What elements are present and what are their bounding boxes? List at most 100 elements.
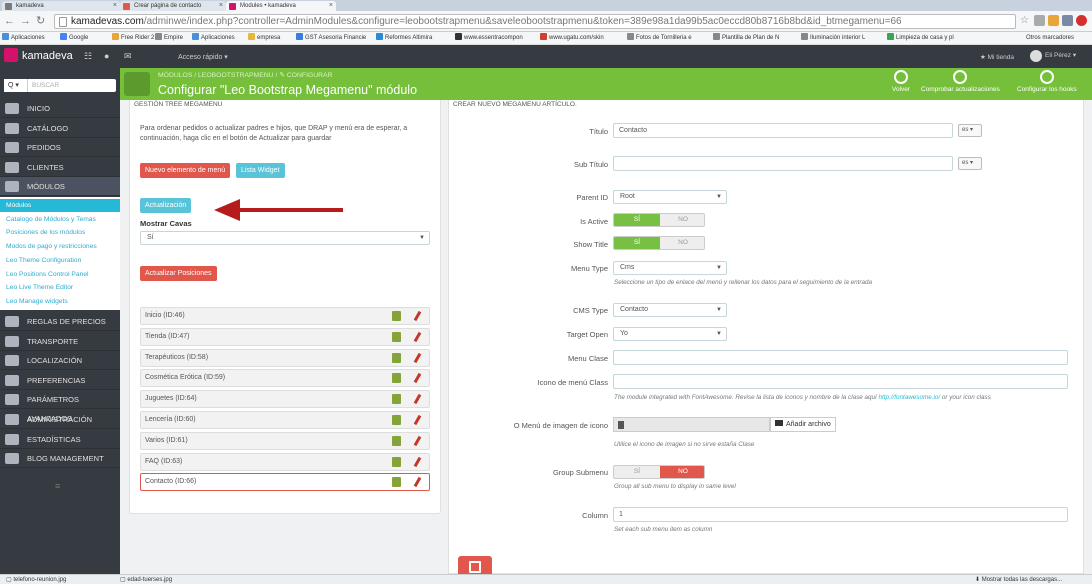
sidebar-item-home[interactable]: Inicio: [0, 99, 120, 118]
sidebar-item-catalog[interactable]: Catálogo: [0, 119, 120, 138]
edit-icon[interactable]: [413, 456, 422, 467]
cms-type-select[interactable]: Contacto ▼: [613, 303, 727, 317]
breadcrumb[interactable]: MÓDULOS / LEOBOOTSTRAPMENU / ✎ CONFIGURA…: [158, 71, 333, 79]
toggle-no[interactable]: NO: [660, 466, 704, 478]
submenu-item[interactable]: Modos de pago y restricciones: [6, 240, 97, 253]
close-icon[interactable]: ×: [219, 1, 223, 11]
sidebar-item-price-rules[interactable]: Reglas de precios: [0, 312, 120, 331]
bookmark-item[interactable]: Aplicaciones: [192, 32, 235, 44]
edit-icon[interactable]: [413, 331, 422, 342]
bookmark-item[interactable]: Free Rider 2: [112, 32, 154, 44]
bookmark-item[interactable]: Fotos de Tornilleria e: [627, 32, 692, 44]
edit-icon[interactable]: [413, 477, 422, 488]
shop-name[interactable]: kamadeva: [22, 49, 73, 63]
submenu-item[interactable]: Posiciones de los módulos: [6, 226, 85, 239]
edit-icon[interactable]: [413, 352, 422, 363]
sidebar-item-orders[interactable]: Pedidos: [0, 138, 120, 158]
edit-icon[interactable]: [413, 435, 422, 446]
trash-icon[interactable]: [392, 331, 401, 342]
toggle-no[interactable]: NO: [660, 214, 704, 226]
bookmark-item[interactable]: Reformes Altimira: [376, 32, 432, 44]
menu-tree-item[interactable]: Terapéuticos (ID:58): [140, 348, 430, 367]
subtitle-input[interactable]: [613, 156, 953, 171]
trash-icon[interactable]: [392, 373, 401, 384]
sidebar-search[interactable]: Q ▾ Buscar: [4, 79, 116, 92]
submenu-item[interactable]: Leo Positions Control Panel: [6, 268, 89, 281]
address-bar[interactable]: kamadevas.com/adminwe/index.php?controll…: [54, 14, 1016, 29]
menu-tree-item[interactable]: Tienda (ID:47): [140, 327, 430, 346]
sidebar-item-stats[interactable]: Estadísticas: [0, 430, 120, 449]
menu-tree-item[interactable]: Cosmética Erótica (ID:59): [140, 369, 430, 388]
bookmark-item[interactable]: Plantilla de Plan de N: [713, 32, 779, 44]
submenu-item[interactable]: Leo Live Theme Editor: [6, 281, 73, 294]
edit-icon[interactable]: [413, 310, 422, 322]
browser-tab[interactable]: kamadeva ×: [2, 1, 120, 11]
bookmark-item[interactable]: www.ugatu.com/skin: [540, 32, 604, 44]
submenu-item[interactable]: Leo Theme Configuration: [6, 254, 81, 267]
parent-id-select[interactable]: Root ▼: [613, 190, 727, 204]
menu-tree-item[interactable]: Varios (ID:61): [140, 431, 430, 450]
trash-icon[interactable]: [392, 311, 401, 321]
submenu-item[interactable]: Catalogo de Módulos y Temas: [6, 213, 96, 226]
group-submenu-toggle[interactable]: SÍ NO: [613, 465, 705, 479]
menu-type-select[interactable]: Cms ▼: [613, 261, 727, 275]
extension-icon[interactable]: [1034, 15, 1045, 26]
toggle-yes[interactable]: SÍ: [614, 466, 660, 478]
edit-icon[interactable]: [413, 373, 422, 384]
submenu-item[interactable]: Leo Manage widgets: [6, 295, 68, 308]
trash-icon[interactable]: [392, 415, 401, 425]
toggle-no[interactable]: NO: [660, 237, 704, 249]
bookmark-item[interactable]: Empire: [155, 32, 183, 44]
update-button[interactable]: Actualización: [140, 198, 192, 213]
my-shop-link[interactable]: ★ Mi tienda: [980, 53, 1014, 61]
browser-tab-active[interactable]: Modules • kamadeva ×: [226, 1, 336, 11]
trash-icon[interactable]: [392, 456, 401, 467]
close-icon[interactable]: ×: [113, 1, 117, 11]
trash-icon[interactable]: [392, 394, 401, 405]
update-positions-button[interactable]: Actualizar Posiciones: [140, 266, 217, 281]
trash-icon[interactable]: [392, 352, 401, 363]
search-scope-button[interactable]: Q ▾: [4, 79, 28, 92]
column-input[interactable]: 1: [613, 507, 1068, 522]
back-button[interactable]: Volver: [892, 70, 910, 93]
search-input[interactable]: Buscar: [32, 79, 59, 92]
title-input[interactable]: Contacto: [613, 123, 953, 138]
menu-tree-item[interactable]: Contacto (ID:66): [140, 473, 430, 492]
logo-icon[interactable]: [4, 48, 18, 62]
user-icon[interactable]: ●: [104, 51, 109, 61]
sidebar-item-localization[interactable]: Localización: [0, 351, 120, 371]
trash-icon[interactable]: [392, 477, 401, 488]
check-updates-button[interactable]: Comprobar actualizaciones: [921, 70, 1000, 93]
sidebar-item-blog[interactable]: Blog Management: [0, 449, 120, 469]
edit-icon[interactable]: [413, 414, 422, 426]
cart-icon[interactable]: ☷: [84, 51, 92, 62]
is-active-toggle[interactable]: SÍ NO: [613, 213, 705, 227]
language-dropdown[interactable]: es ▾: [958, 124, 982, 137]
bookmark-item[interactable]: Limpieza de casa y pl: [887, 32, 954, 44]
add-file-button[interactable]: Añadir archivo: [770, 417, 836, 432]
language-dropdown[interactable]: es ▾: [958, 157, 982, 170]
toggle-yes[interactable]: SÍ: [614, 214, 660, 226]
file-path-field[interactable]: [613, 417, 770, 432]
bookmark-item[interactable]: Aplicaciones: [2, 32, 45, 44]
bookmark-item[interactable]: Google: [60, 32, 88, 44]
mail-icon[interactable]: ✉: [124, 51, 132, 62]
nav-buttons[interactable]: ←→↻: [4, 14, 50, 28]
menu-class-input[interactable]: [613, 350, 1068, 365]
target-open-select[interactable]: Yo ▼: [613, 327, 727, 341]
icon-class-input[interactable]: [613, 374, 1068, 389]
widget-list-button[interactable]: Lista Widget: [236, 163, 285, 178]
menu-tree-item[interactable]: Lencería (ID:60): [140, 411, 430, 429]
menu-tree-item[interactable]: Juguetes (ID:64): [140, 390, 430, 409]
star-icon[interactable]: ☆: [1020, 15, 1031, 26]
menu-tree-item[interactable]: Inicio (ID:46): [140, 307, 430, 325]
menu-tree-item[interactable]: FAQ (ID:63): [140, 452, 430, 471]
sidebar-item-modules[interactable]: Módulos: [0, 177, 120, 197]
toggle-yes[interactable]: SÍ: [614, 237, 660, 249]
user-menu[interactable]: Eli Pérez ▾: [1030, 50, 1076, 62]
configure-hooks-button[interactable]: Configurar los hooks: [1017, 70, 1077, 93]
extension-icon[interactable]: [1048, 15, 1059, 26]
trash-icon[interactable]: [392, 435, 401, 446]
submenu-item[interactable]: Módulos: [0, 199, 120, 212]
bookmark-item[interactable]: empresa: [248, 32, 280, 44]
